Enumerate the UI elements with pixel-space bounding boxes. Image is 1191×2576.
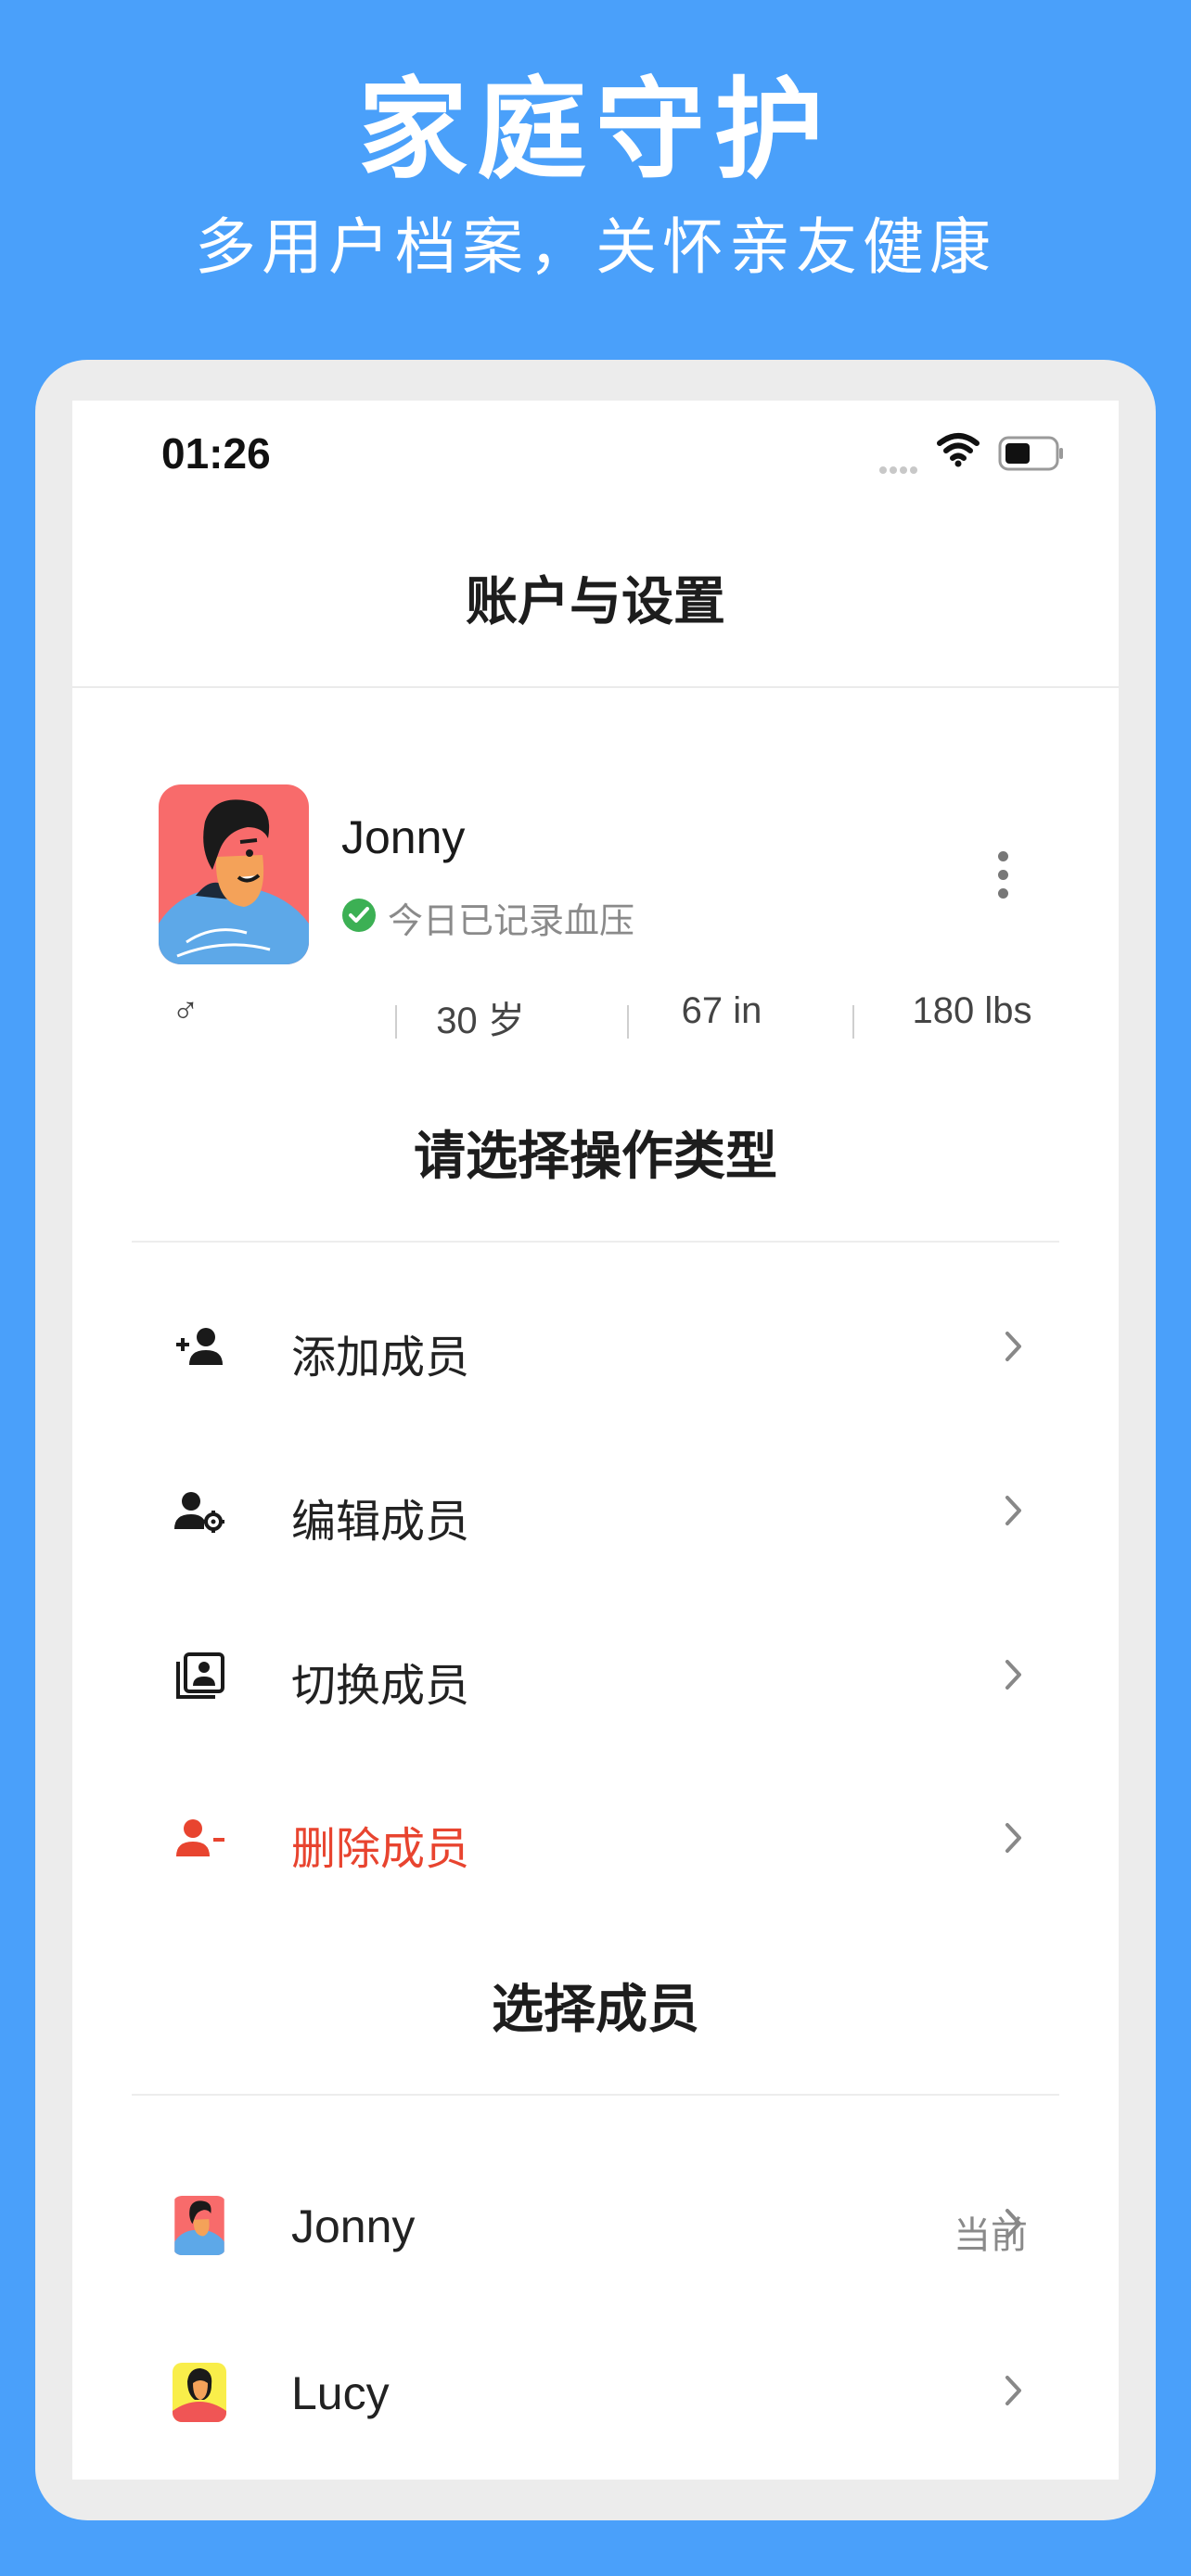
avatar-man-illustration (174, 2196, 224, 2255)
section-divider (132, 1241, 1059, 1243)
add-member-item[interactable]: 添加成员 (132, 1291, 1059, 1402)
profile-status-text: 今日已记录血压 (388, 900, 635, 941)
chevron-right-icon (1005, 1496, 1021, 1525)
weight-stat: 180 lbs (912, 990, 1032, 1031)
person-settings-icon (174, 1492, 224, 1533)
members-section-title: 选择成员 (492, 1980, 699, 2040)
wifi-icon (937, 433, 980, 467)
stat-divider (852, 1005, 854, 1039)
cellular-signal-icon (879, 460, 920, 478)
profile-stats: ♂ 30 岁 67 in 180 lbs (128, 990, 1063, 1055)
status-bar: 01:26 (72, 401, 1119, 493)
member-name: Jonny (291, 2200, 416, 2252)
more-options-icon[interactable] (998, 851, 1008, 907)
app-screen: 01:26 账户与设置 Jonny 今日已记录血压 ♂ 30 岁 67 in 1… (72, 401, 1119, 2480)
status-time: 01:26 (161, 429, 271, 478)
member-name: Lucy (291, 2367, 390, 2419)
member-avatar (173, 2363, 226, 2422)
menu-item-label: 删除成员 (291, 1823, 470, 1875)
menu-item-label: 切换成员 (291, 1660, 470, 1712)
chevron-right-icon (1005, 2376, 1021, 2405)
gender-stat: ♂ (172, 990, 199, 1031)
member-row-lucy[interactable]: Lucy (132, 2335, 1059, 2446)
stat-divider (395, 1005, 397, 1039)
avatar-woman-illustration (173, 2363, 226, 2422)
check-circle-icon (342, 899, 376, 932)
chevron-right-icon (1005, 1660, 1021, 1690)
stat-divider (627, 1005, 629, 1039)
nav-title: 账户与设置 (466, 572, 725, 632)
avatar-man-illustration (159, 784, 309, 964)
add-person-icon (176, 1328, 223, 1365)
edit-member-item[interactable]: 编辑成员 (132, 1455, 1059, 1566)
section-divider (132, 2094, 1059, 2096)
promo-title: 家庭守护 (357, 66, 833, 194)
chevron-right-icon (1005, 2209, 1021, 2238)
switch-member-item[interactable]: 切换成员 (132, 1619, 1059, 1730)
chevron-right-icon (1005, 1823, 1021, 1853)
profile-name: Jonny (341, 811, 466, 863)
member-avatar (173, 2196, 226, 2255)
height-stat: 67 in (681, 990, 762, 1031)
age-stat: 30 岁 (436, 1001, 525, 1041)
profile-avatar[interactable] (159, 784, 309, 964)
menu-item-label: 编辑成员 (291, 1496, 470, 1548)
battery-icon (998, 436, 1063, 471)
contacts-book-icon (176, 1652, 224, 1699)
chevron-right-icon (1005, 1332, 1021, 1361)
remove-person-icon (176, 1819, 224, 1856)
promo-subtitle: 多用户档案，关怀亲友健康 (195, 211, 996, 283)
delete-member-item[interactable]: 删除成员 (132, 1782, 1059, 1894)
nav-divider (72, 686, 1119, 688)
actions-section-title: 请选择操作类型 (414, 1127, 777, 1187)
member-row-jonny[interactable]: Jonny 当前 (132, 2168, 1059, 2279)
menu-item-label: 添加成员 (291, 1332, 470, 1384)
